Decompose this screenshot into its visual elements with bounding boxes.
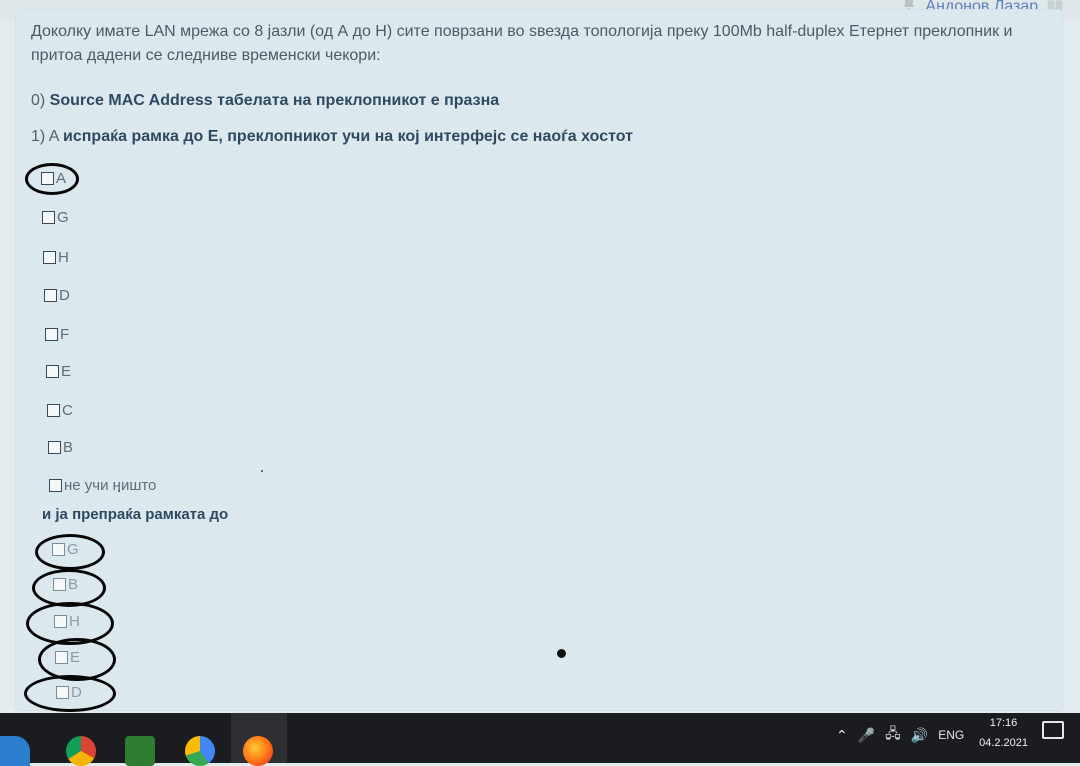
taskbar: ⌃ 🎤 🖧 🔊 ENG 17:16 04.2.2021 [0,713,1080,766]
step-0: 0) Source MAC Address табелата на прекло… [31,92,499,110]
annotation-oval [24,675,116,712]
learn-option-h[interactable]: H [43,249,69,266]
checkbox[interactable] [43,251,56,264]
step-1-prefix: 1) A [31,128,64,145]
learn-option-b[interactable]: B [48,439,73,456]
learn-option-d[interactable]: D [44,287,70,304]
firefox-icon[interactable] [243,736,273,766]
checkbox[interactable] [47,404,60,417]
date: 04.2.2021 [979,737,1028,749]
system-tray: ⌃ 🎤 🖧 🔊 ENG [836,723,964,747]
learn-option-c[interactable]: C [47,402,73,419]
option-label: E [61,363,72,380]
step-0-prefix: 0) [31,92,50,109]
store-icon[interactable] [125,736,155,766]
chrome-icon[interactable] [66,736,96,766]
language-indicator[interactable]: ENG [938,728,964,742]
learn-option-f[interactable]: F [45,326,69,343]
option-label: G [57,209,69,226]
clock[interactable]: 17:16 04.2.2021 [979,713,1028,753]
step-1: 1) A испраќа рамка до Е, преклопникот уч… [31,128,633,146]
checkbox[interactable] [48,441,61,454]
step-0-text: Source MAC Address табелата на преклопни… [49,92,500,109]
time: 17:16 [989,717,1018,729]
learn-option-none[interactable]: не учи ништо [49,477,156,494]
annotation-oval [35,534,105,570]
option-label: B [63,439,74,456]
learn-option-g[interactable]: G [42,209,69,226]
question-panel [16,10,1062,710]
option-label: D [59,287,70,304]
notification-icon[interactable] [1042,721,1064,739]
forward-heading: и ја препраќа рамката до [42,506,229,523]
annotation-oval [25,163,79,195]
option-label: F [60,326,70,343]
step-1-text: испраќа рамка до Е, преклопникот учи на … [63,128,633,145]
checkbox[interactable] [42,211,55,224]
chevron-up-icon[interactable]: ⌃ [836,727,848,744]
option-label: не учи ништо [64,477,157,494]
ink-dot [557,649,566,658]
chrome-canary-icon[interactable] [185,736,215,766]
checkbox[interactable] [49,479,62,492]
checkbox[interactable] [46,365,59,378]
question-text: Доколку имате LAN мрежа со 8 јазли (од А… [31,23,1013,64]
option-label: C [62,402,73,419]
option-label: H [58,249,69,266]
speaker-icon[interactable]: 🔊 [911,727,928,744]
checkbox[interactable] [44,289,57,302]
learn-option-e[interactable]: E [46,363,71,380]
microphone-icon[interactable]: 🎤 [858,727,875,744]
speck [261,470,263,472]
edge-icon[interactable] [0,736,30,766]
speck [118,490,120,492]
checkbox[interactable] [45,328,58,341]
network-icon[interactable]: 🖧 [885,723,901,747]
